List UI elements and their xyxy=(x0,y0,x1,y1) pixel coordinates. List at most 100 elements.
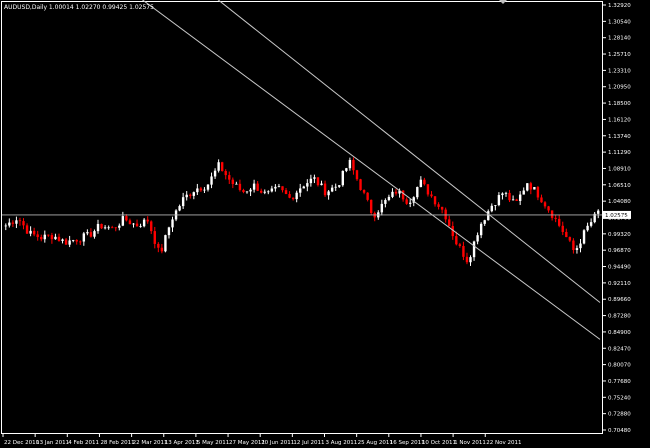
y-tick-label: 1.11290 xyxy=(608,150,631,156)
candle-body xyxy=(565,231,568,238)
candle-body xyxy=(394,191,398,194)
candle-body xyxy=(554,217,557,219)
candle-body xyxy=(579,243,582,249)
candle-body xyxy=(501,193,504,196)
x-tick-label: 27 May 2011 xyxy=(229,440,265,446)
candle-body xyxy=(281,186,284,191)
candle-body xyxy=(448,219,451,227)
candle-body xyxy=(178,206,181,211)
y-tick-label: 1.13740 xyxy=(608,134,631,140)
candle-body xyxy=(171,219,174,228)
candle-body xyxy=(302,186,305,189)
candle-body xyxy=(561,225,564,232)
x-tick-label: 25 Aug 2011 xyxy=(358,440,393,446)
candle-body xyxy=(61,239,64,241)
x-tick-label: 22 Dec 2010 xyxy=(4,440,40,446)
candle-body xyxy=(47,234,50,236)
y-tick-label: 0.72880 xyxy=(608,412,631,418)
candle-body xyxy=(181,197,185,207)
candle-body xyxy=(157,243,160,248)
candle-body xyxy=(100,223,103,229)
x-tick-label: 1 Nov 2011 xyxy=(454,440,486,446)
candle-body xyxy=(18,220,22,222)
candle-body xyxy=(121,216,125,226)
candle-body xyxy=(533,187,536,190)
candle-body xyxy=(54,236,57,240)
price-chart[interactable]: 1.02575 1.329201.305401.281401.257101.23… xyxy=(0,0,650,448)
candle-body xyxy=(107,227,110,229)
candle-body xyxy=(479,223,483,236)
candle-body xyxy=(543,202,547,207)
candle-body xyxy=(387,196,391,201)
candle-body xyxy=(160,247,164,252)
candle-body xyxy=(43,234,46,240)
candle-body xyxy=(103,227,107,229)
candle-body xyxy=(228,175,231,180)
candle-body xyxy=(419,179,423,188)
candle-body xyxy=(341,170,344,186)
candle-body xyxy=(64,239,68,245)
candle-body xyxy=(327,191,330,196)
candle-body xyxy=(164,235,167,252)
candle-body xyxy=(96,223,100,232)
candle-body xyxy=(256,183,259,191)
candle-body xyxy=(40,237,43,240)
y-tick-label: 1.16120 xyxy=(608,117,631,123)
candle-body xyxy=(430,194,433,197)
y-tick-label: 0.80070 xyxy=(608,363,631,369)
candle-body xyxy=(518,194,522,201)
candle-body xyxy=(391,191,394,197)
candle-body xyxy=(146,219,149,222)
y-tick-label: 1.28140 xyxy=(608,36,631,42)
candle-body xyxy=(455,236,458,245)
candle-body xyxy=(111,227,114,229)
y-tick-label: 1.18500 xyxy=(608,101,631,107)
y-tick-label: 0.89660 xyxy=(608,297,631,303)
candle-body xyxy=(284,190,288,195)
candle-body xyxy=(380,203,384,213)
y-tick-label: 0.82470 xyxy=(608,346,631,352)
candle-body xyxy=(150,221,153,232)
candle-body xyxy=(132,223,135,225)
candle-body xyxy=(362,190,366,193)
candle-body xyxy=(185,194,188,198)
candle-body xyxy=(288,194,291,198)
x-tick-label: 4 Feb 2011 xyxy=(68,440,99,446)
candle-body xyxy=(231,179,235,185)
candle-body xyxy=(522,190,525,195)
candle-body xyxy=(210,176,213,185)
candle-body xyxy=(497,195,501,206)
chart-title: AUDUSD,Daily 1.00014 1.02270 0.99425 1.0… xyxy=(4,4,154,11)
candle-body xyxy=(71,240,75,241)
y-tick-label: 0.84900 xyxy=(608,330,631,336)
x-tick-label: 13 Jan 2011 xyxy=(36,440,69,446)
y-tick-label: 0.87280 xyxy=(608,314,631,320)
y-tick-label: 0.99320 xyxy=(608,232,631,238)
y-tick-label: 1.08910 xyxy=(608,166,631,172)
candle-body xyxy=(572,240,575,250)
candle-body xyxy=(369,199,373,213)
candle-body xyxy=(462,245,465,257)
candle-body xyxy=(323,183,327,196)
candle-body xyxy=(508,192,511,201)
candle-body xyxy=(536,187,540,198)
candle-body xyxy=(57,236,61,241)
y-tick-label: 1.04080 xyxy=(608,199,631,205)
candle-body xyxy=(526,183,529,191)
candle-body xyxy=(426,184,430,195)
candle-body xyxy=(25,225,29,234)
candle-body xyxy=(433,196,437,205)
y-tick-label: 0.92110 xyxy=(608,281,631,287)
candle-body xyxy=(199,188,203,191)
candle-body xyxy=(416,187,419,198)
candle-body xyxy=(334,186,337,188)
candle-body xyxy=(11,222,15,224)
candle-body xyxy=(355,170,359,180)
candle-body xyxy=(597,210,600,214)
candle-body xyxy=(252,183,256,190)
y-tick-label: 1.01700 xyxy=(608,216,631,222)
candle-body xyxy=(277,186,281,188)
y-tick-label: 0.70480 xyxy=(608,428,631,434)
candle-body xyxy=(260,190,263,193)
candle-body xyxy=(348,159,352,169)
